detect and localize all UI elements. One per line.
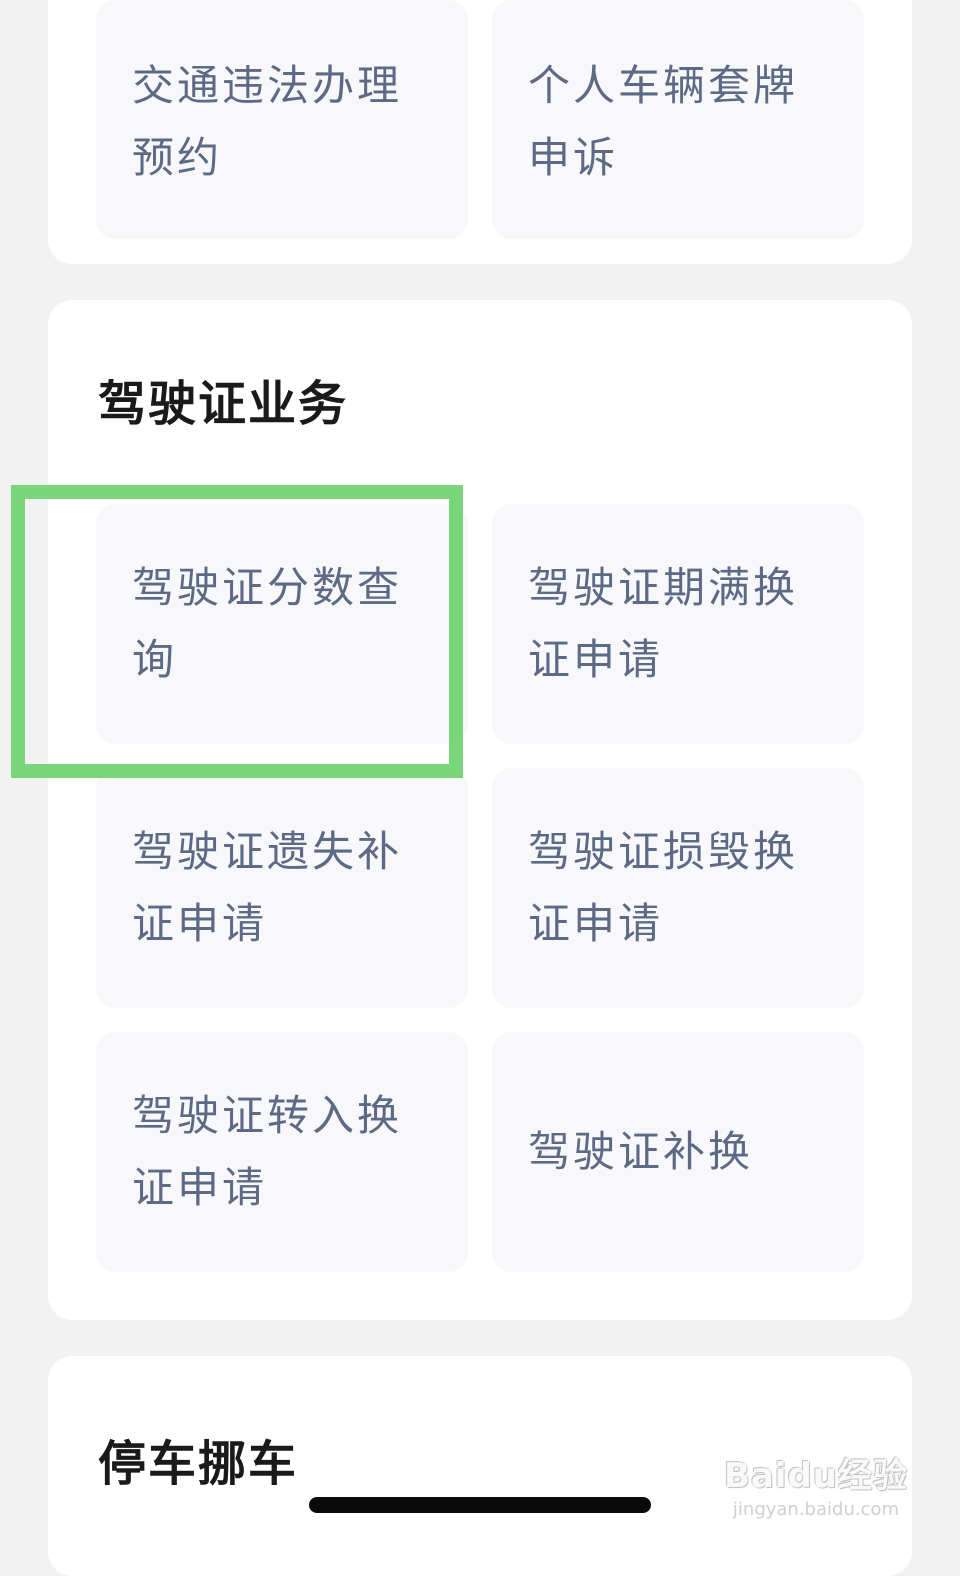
tile-label: 驾驶证期满换证申请 — [528, 563, 799, 684]
tile-label: 个人车辆套牌申诉 — [528, 61, 799, 182]
watermark-logo-text: Baidu经验 — [723, 1456, 908, 1496]
tile-license-lost-replacement[interactable]: 驾驶证遗失补证申请 — [96, 768, 468, 1008]
tile-label: 交通违法办理预约 — [132, 61, 403, 182]
tile-license-expiry-renewal[interactable]: 驾驶证期满换证申请 — [492, 504, 864, 744]
tile-license-transfer-in[interactable]: 驾驶证转入换证申请 — [96, 1032, 468, 1272]
tile-label: 驾驶证损毁换证申请 — [528, 827, 799, 948]
license-services-card: 驾驶证业务 驾驶证分数查询 驾驶证期满换证申请 驾驶证遗失补证申请 驾驶证损毁换… — [48, 300, 912, 1320]
tile-vehicle-cloned-plate-appeal[interactable]: 个人车辆套牌申诉 — [492, 0, 864, 239]
tile-license-damaged-replacement[interactable]: 驾驶证损毁换证申请 — [492, 768, 864, 1008]
section-title-parking: 停车挪车 — [98, 1436, 299, 1492]
tile-label: 驾驶证遗失补证申请 — [132, 827, 403, 948]
tile-traffic-violation-appointment[interactable]: 交通违法办理预约 — [96, 0, 468, 239]
tile-label: 驾驶证转入换证申请 — [132, 1091, 403, 1212]
traffic-services-card: 交通违法办理预约 个人车辆套牌申诉 — [48, 0, 912, 264]
tile-license-points-query[interactable]: 驾驶证分数查询 — [96, 504, 468, 744]
tile-license-reissue[interactable]: 驾驶证补换 — [492, 1032, 864, 1272]
home-indicator[interactable] — [309, 1497, 651, 1513]
tile-label: 驾驶证补换 — [528, 1127, 754, 1176]
tile-label: 驾驶证分数查询 — [132, 563, 403, 684]
watermark-url: jingyan.baidu.com — [732, 1499, 900, 1520]
baidu-jingyan-watermark: Baidu经验 jingyan.baidu.com — [724, 1448, 908, 1520]
section-title-license: 驾驶证业务 — [98, 376, 349, 432]
